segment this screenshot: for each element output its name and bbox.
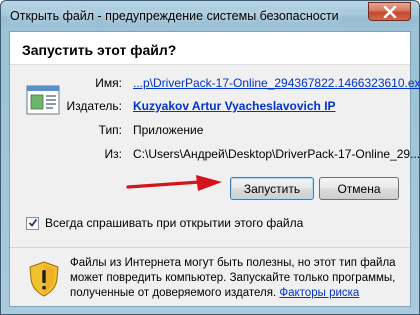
cancel-button[interactable]: Отмена: [319, 177, 399, 200]
always-ask-row[interactable]: Всегда спрашивать при открытии этого фай…: [26, 216, 303, 230]
always-ask-checkbox[interactable]: [26, 216, 39, 230]
warning-text: Файлы из Интернета могут быть полезны, н…: [70, 256, 400, 301]
publisher-link[interactable]: Kuzyakov Artur Vyacheslavovich IP: [133, 99, 336, 113]
publisher-label: Издатель:: [66, 99, 123, 113]
security-warning-shield-icon: [29, 261, 59, 297]
from-label: Из:: [104, 147, 122, 161]
close-button[interactable]: [368, 2, 411, 21]
name-label: Имя:: [95, 76, 122, 90]
security-warning-dialog: Открыть файл - предупреждение системы бе…: [0, 0, 420, 315]
from-value: C:\Users\Андрей\Desktop\DriverPack-17-On…: [133, 147, 420, 161]
window-title: Открыть файл - предупреждение системы бе…: [10, 9, 339, 23]
dialog-header: Запустить этот файл?: [10, 32, 410, 65]
dialog-content: Запустить этот файл? Имя: ...p\DriverPac…: [9, 31, 420, 307]
checkmark-icon: [28, 218, 37, 227]
risk-factors-link[interactable]: Факторы риска: [279, 287, 359, 299]
red-arrow-annotation: [126, 175, 222, 191]
run-button[interactable]: Запустить: [230, 177, 314, 200]
file-name-link[interactable]: ...p\DriverPack-17-Online_294367822.1466…: [133, 76, 420, 90]
always-ask-label: Всегда спрашивать при открытии этого фай…: [45, 216, 304, 230]
close-icon: [383, 5, 396, 18]
warning-area: Файлы из Интернета могут быть полезны, н…: [10, 247, 410, 306]
type-label: Тип:: [98, 123, 122, 137]
type-value: Приложение: [133, 123, 204, 137]
dialog-question: Запустить этот файл?: [22, 42, 177, 58]
title-bar[interactable]: Открыть файл - предупреждение системы бе…: [1, 1, 419, 31]
